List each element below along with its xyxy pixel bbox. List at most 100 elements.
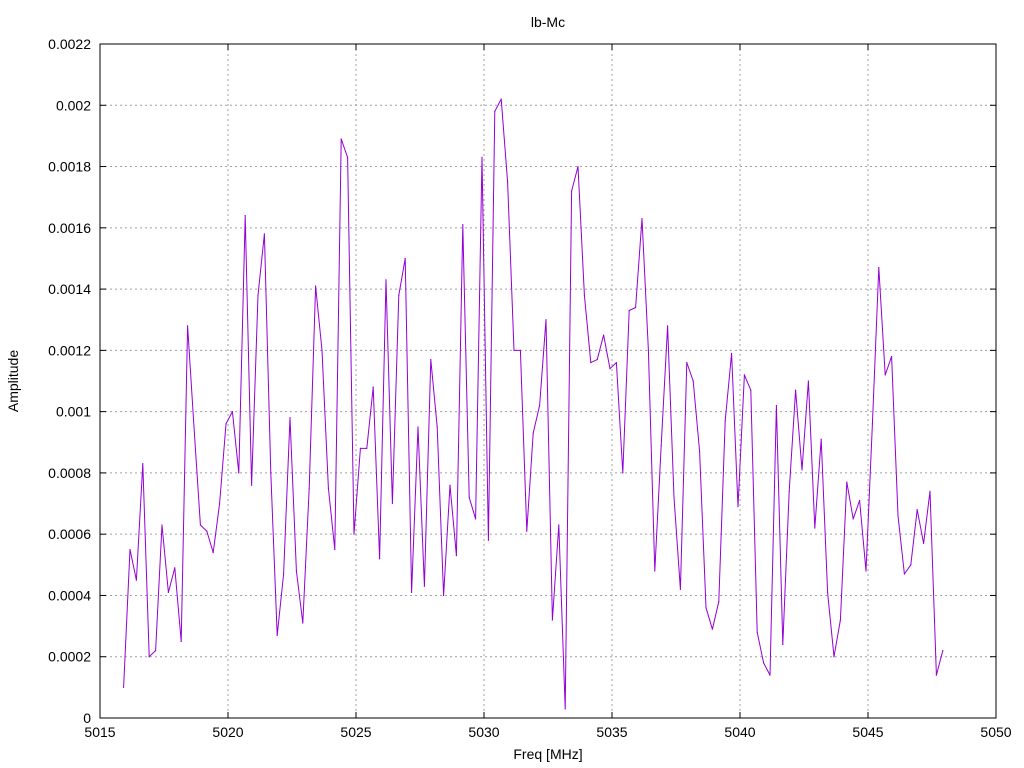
x-tick-label: 5020 bbox=[212, 724, 243, 740]
data-point bbox=[622, 472, 624, 474]
data-point bbox=[206, 530, 208, 532]
data-point bbox=[506, 181, 509, 183]
data-point bbox=[705, 607, 707, 609]
data-point bbox=[346, 156, 349, 158]
data-point bbox=[129, 548, 131, 551]
data-point bbox=[391, 502, 393, 505]
data-point bbox=[686, 362, 688, 364]
data-point bbox=[884, 374, 886, 376]
data-point bbox=[462, 224, 464, 226]
data-point bbox=[513, 349, 515, 351]
data-point bbox=[826, 591, 829, 593]
data-point bbox=[634, 306, 637, 309]
data-point bbox=[577, 165, 579, 168]
data-point bbox=[167, 591, 169, 593]
data-point bbox=[526, 530, 528, 532]
x-tick-label: 5025 bbox=[340, 724, 371, 740]
data-point bbox=[718, 600, 720, 603]
data-point bbox=[218, 502, 221, 505]
data-point bbox=[481, 156, 483, 158]
data-point bbox=[871, 423, 873, 425]
data-point bbox=[564, 708, 566, 710]
data-point bbox=[449, 484, 451, 486]
data-point bbox=[846, 481, 848, 483]
data-point bbox=[519, 349, 521, 351]
data-point bbox=[174, 567, 176, 569]
data-point bbox=[698, 450, 701, 453]
y-tick-label: 0.0016 bbox=[48, 220, 91, 236]
data-point bbox=[788, 490, 790, 492]
data-point bbox=[852, 518, 854, 520]
y-tick-label: 0.0004 bbox=[48, 587, 91, 603]
y-tick-label: 0.002 bbox=[56, 97, 91, 113]
data-point bbox=[494, 110, 496, 112]
x-tick-label: 5030 bbox=[468, 724, 499, 740]
data-point bbox=[609, 368, 611, 370]
data-point bbox=[724, 420, 726, 422]
data-point bbox=[404, 257, 406, 260]
data-point bbox=[180, 640, 182, 643]
data-point bbox=[922, 542, 925, 544]
data-point bbox=[276, 634, 278, 636]
data-point bbox=[628, 309, 630, 312]
data-point bbox=[238, 472, 240, 474]
data-point bbox=[359, 447, 361, 449]
y-tick-label: 0.0022 bbox=[48, 36, 91, 52]
axis-ticks: 5015 5020 5025 5030 5035 5040 5045 5050 0 0.0002 0… bbox=[48, 36, 1012, 740]
y-tick-label: 0.0002 bbox=[48, 649, 91, 665]
data-point bbox=[308, 487, 310, 489]
data-point bbox=[455, 555, 457, 557]
y-tick-label: 0.0018 bbox=[48, 159, 91, 175]
data-point bbox=[545, 319, 547, 321]
data-point bbox=[430, 358, 432, 361]
x-tick-label: 5050 bbox=[980, 724, 1011, 740]
data-point bbox=[442, 594, 445, 597]
data-point bbox=[692, 380, 694, 382]
data-point bbox=[711, 628, 713, 630]
data-point bbox=[122, 686, 125, 688]
data-point bbox=[730, 352, 733, 355]
data-point bbox=[654, 570, 656, 572]
data-point bbox=[916, 509, 918, 511]
data-point bbox=[353, 533, 355, 535]
data-point bbox=[314, 285, 317, 287]
chart-title: lb-Mc bbox=[531, 14, 565, 30]
data-point bbox=[231, 411, 233, 413]
data-point bbox=[135, 579, 137, 581]
data-point bbox=[820, 438, 822, 440]
data-point bbox=[257, 294, 259, 296]
data-point bbox=[334, 548, 336, 551]
data-point bbox=[801, 469, 803, 471]
data-point bbox=[186, 325, 189, 327]
data-point bbox=[743, 374, 745, 376]
data-point bbox=[282, 573, 285, 575]
data-point bbox=[250, 484, 253, 486]
data-point bbox=[615, 362, 617, 364]
data-point bbox=[558, 524, 560, 526]
data-point bbox=[782, 643, 784, 646]
data-point bbox=[500, 98, 502, 100]
data-point bbox=[942, 650, 944, 652]
data-point bbox=[161, 524, 163, 526]
data-point bbox=[903, 573, 905, 575]
data-point bbox=[666, 325, 669, 327]
data-point bbox=[858, 499, 861, 502]
y-tick-label: 0.0012 bbox=[48, 342, 91, 358]
data-point bbox=[647, 349, 649, 351]
series-layer bbox=[122, 98, 944, 710]
data-point bbox=[289, 417, 291, 419]
data-point bbox=[378, 558, 381, 560]
data-point bbox=[910, 564, 912, 566]
data-point bbox=[890, 355, 893, 358]
x-tick-label: 5045 bbox=[852, 724, 883, 740]
data-point bbox=[423, 585, 425, 587]
series-line bbox=[123, 98, 944, 710]
y-tick-label: 0.0014 bbox=[48, 281, 91, 297]
data-point bbox=[142, 463, 144, 465]
data-point bbox=[487, 539, 489, 541]
grid bbox=[100, 44, 996, 718]
data-point bbox=[775, 404, 777, 407]
data-point bbox=[468, 496, 470, 499]
data-point bbox=[295, 570, 297, 572]
y-tick-label: 0.001 bbox=[56, 404, 91, 420]
